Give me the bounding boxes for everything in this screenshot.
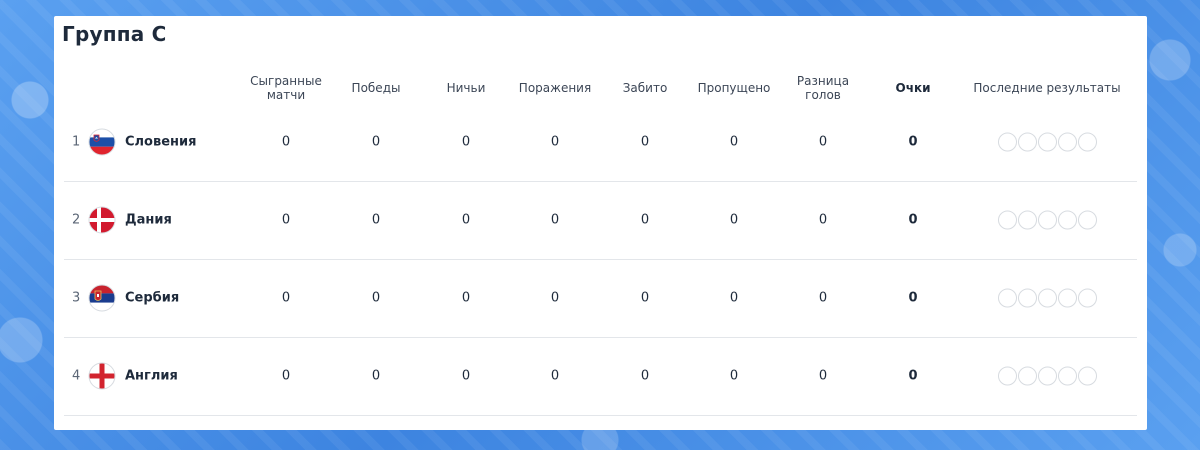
- cell-played: 0: [281, 290, 291, 306]
- cell-wins: 0: [371, 212, 381, 228]
- result-empty-icon: [998, 132, 1017, 152]
- cell-conceded: 0: [729, 290, 739, 306]
- result-empty-icon: [1058, 132, 1077, 152]
- cell-scored: 0: [640, 212, 650, 228]
- cell-losses: 0: [550, 212, 560, 228]
- cell-losses: 0: [550, 290, 560, 306]
- result-empty-icon: [1078, 366, 1097, 386]
- cell-draws: 0: [461, 290, 471, 306]
- cell-losses: 0: [550, 368, 560, 384]
- cell-points: 0: [908, 368, 918, 384]
- header-diff: Разница голов: [797, 74, 849, 102]
- team-rank: 3: [72, 290, 81, 306]
- result-empty-icon: [1038, 366, 1057, 386]
- cell-played: 0: [281, 134, 291, 150]
- result-empty-icon: [998, 288, 1017, 308]
- cell-points: 0: [908, 134, 918, 150]
- cell-draws: 0: [461, 212, 471, 228]
- result-empty-icon: [1038, 210, 1057, 230]
- result-empty-icon: [1058, 288, 1077, 308]
- denmark-flag-icon: [88, 206, 116, 234]
- cell-scored: 0: [640, 134, 650, 150]
- header-diff-label: Разница голов: [796, 74, 850, 102]
- result-empty-icon: [998, 366, 1017, 386]
- recent-results: [998, 210, 1097, 230]
- table-row[interactable]: 2 Дания 0 0 0 0 0 0 0 0: [64, 181, 1137, 260]
- header-losses: Поражения: [518, 81, 592, 95]
- team-rank: 2: [72, 212, 81, 228]
- header-wins: Победы: [351, 81, 401, 95]
- cell-wins: 0: [371, 134, 381, 150]
- cell-played: 0: [281, 212, 291, 228]
- slovenia-flag-icon: [88, 128, 116, 156]
- cell-diff: 0: [818, 134, 828, 150]
- team-name[interactable]: Дания: [125, 213, 172, 228]
- cell-wins: 0: [371, 368, 381, 384]
- header-draws: Ничьи: [446, 81, 486, 95]
- table-row[interactable]: 1 Словения 0 0 0 0 0 0 0 0: [64, 103, 1137, 182]
- cell-scored: 0: [640, 290, 650, 306]
- result-empty-icon: [1018, 210, 1037, 230]
- cell-points: 0: [908, 212, 918, 228]
- cell-diff: 0: [818, 290, 828, 306]
- cell-diff: 0: [818, 368, 828, 384]
- team-rank: 4: [72, 368, 81, 384]
- cell-played: 0: [281, 368, 291, 384]
- team-name[interactable]: Сербия: [125, 291, 179, 306]
- result-empty-icon: [998, 210, 1017, 230]
- result-empty-icon: [1038, 132, 1057, 152]
- header-points: Очки: [895, 81, 931, 95]
- result-empty-icon: [1078, 210, 1097, 230]
- result-empty-icon: [1058, 210, 1077, 230]
- england-flag-icon: [88, 362, 116, 390]
- header-conceded: Пропущено: [697, 81, 771, 95]
- recent-results: [998, 288, 1097, 308]
- team-rank: 1: [72, 134, 81, 150]
- cell-losses: 0: [550, 134, 560, 150]
- result-empty-icon: [1018, 288, 1037, 308]
- group-table-card: Группа С Сыгранные матчи Победы Ничьи По…: [54, 16, 1147, 430]
- serbia-flag-icon: [88, 284, 116, 312]
- header-scored: Забито: [622, 81, 668, 95]
- result-empty-icon: [1018, 366, 1037, 386]
- cell-conceded: 0: [729, 134, 739, 150]
- header-played: Сыгранные матчи: [250, 74, 322, 102]
- cell-scored: 0: [640, 368, 650, 384]
- cell-draws: 0: [461, 134, 471, 150]
- cell-wins: 0: [371, 290, 381, 306]
- team-name[interactable]: Словения: [125, 135, 196, 150]
- team-name[interactable]: Англия: [125, 369, 178, 384]
- recent-results: [998, 366, 1097, 386]
- result-empty-icon: [1078, 132, 1097, 152]
- cell-points: 0: [908, 290, 918, 306]
- table-row[interactable]: 3 Сербия 0 0 0 0 0 0 0 0: [64, 259, 1137, 338]
- cell-conceded: 0: [729, 368, 739, 384]
- group-title: Группа С: [62, 22, 167, 46]
- header-played-label: Сыгранные матчи: [250, 74, 322, 102]
- result-empty-icon: [1058, 366, 1077, 386]
- result-empty-icon: [1038, 288, 1057, 308]
- table-row[interactable]: 4 Англия 0 0 0 0 0 0 0 0: [64, 337, 1137, 416]
- cell-diff: 0: [818, 212, 828, 228]
- cell-conceded: 0: [729, 212, 739, 228]
- result-empty-icon: [1018, 132, 1037, 152]
- cell-draws: 0: [461, 368, 471, 384]
- recent-results: [998, 132, 1097, 152]
- header-recent: Последние результаты: [973, 81, 1121, 95]
- result-empty-icon: [1078, 288, 1097, 308]
